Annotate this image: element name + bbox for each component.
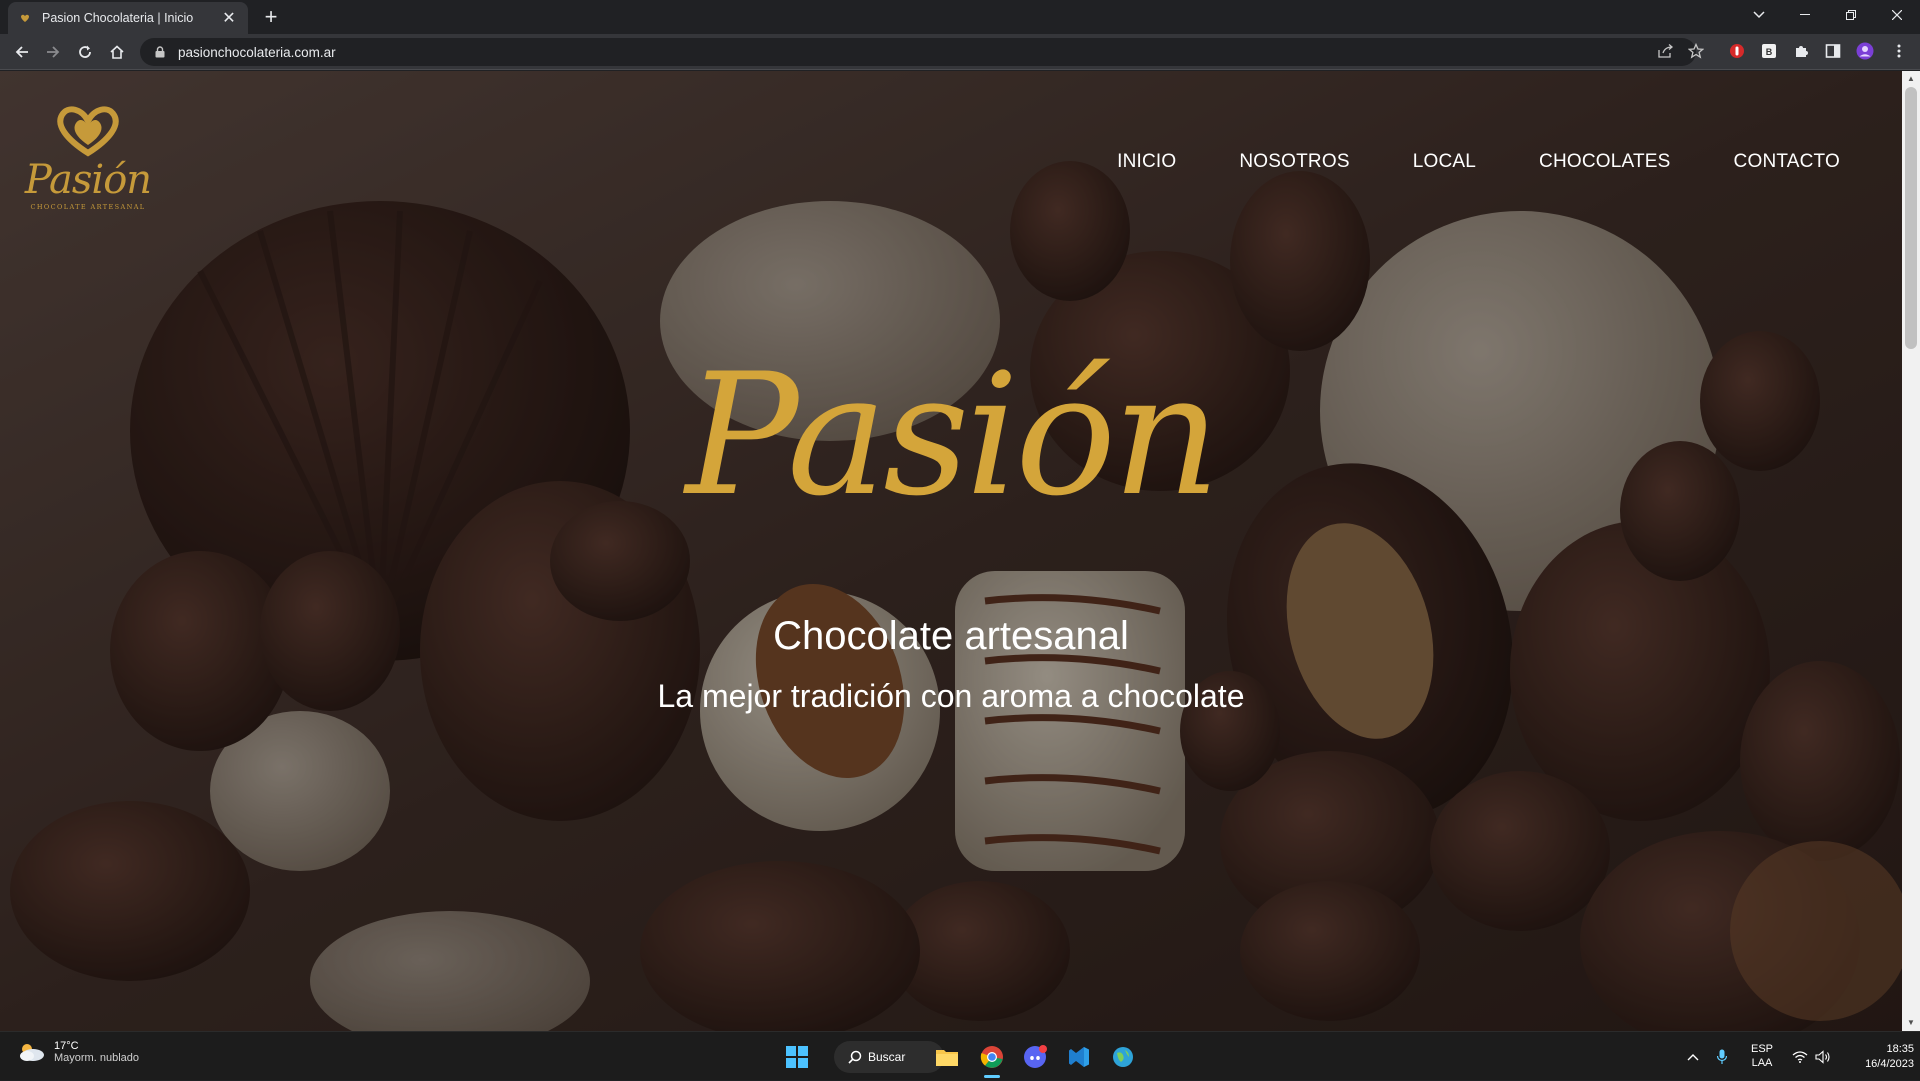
browser-toolbar: pasionchocolateria.com.ar B: [0, 34, 1920, 70]
globe-app-taskbar-icon[interactable]: [1106, 1040, 1140, 1074]
logo-tagline: CHOCOLATE ARTESANAL: [30, 203, 146, 211]
extension-b-icon[interactable]: B: [1758, 40, 1780, 62]
windows-taskbar: 17°C Mayorm. nublado Buscar ESP LAA 18:3…: [0, 1031, 1920, 1080]
scroll-up-arrow-icon[interactable]: ▲: [1902, 71, 1920, 87]
weather-description: Mayorm. nublado: [54, 1052, 139, 1064]
home-icon[interactable]: [105, 40, 129, 64]
nav-chocolates[interactable]: CHOCOLATES: [1539, 151, 1671, 173]
page-scrollbar[interactable]: ▲ ▼: [1902, 71, 1920, 1031]
vscode-taskbar-icon[interactable]: [1062, 1040, 1096, 1074]
chrome-taskbar-icon[interactable]: [975, 1040, 1009, 1078]
clock[interactable]: 18:35 16/4/2023: [1842, 1032, 1914, 1081]
reload-icon[interactable]: [73, 40, 97, 64]
new-tab-button[interactable]: +: [258, 4, 284, 30]
restore-icon[interactable]: [1828, 0, 1874, 30]
scroll-down-arrow-icon[interactable]: ▼: [1902, 1015, 1920, 1031]
file-explorer-icon[interactable]: [930, 1040, 964, 1074]
volume-icon[interactable]: [1812, 1032, 1834, 1081]
tab-title: Pasion Chocolateria | Inicio: [42, 11, 194, 25]
browser-tabbar: Pasion Chocolateria | Inicio ✕ +: [0, 0, 1920, 34]
svg-text:B: B: [1766, 47, 1773, 57]
nav-inicio[interactable]: INICIO: [1117, 151, 1176, 173]
logo-wordmark: Pasión: [24, 157, 152, 203]
browser-tab[interactable]: Pasion Chocolateria | Inicio ✕: [8, 2, 248, 34]
windows-start-icon[interactable]: [780, 1040, 814, 1074]
browser-menu-icon[interactable]: [1888, 40, 1910, 62]
minimize-icon[interactable]: [1782, 0, 1828, 30]
hero-tagline: La mejor tradición con aroma a chocolate: [657, 678, 1245, 714]
back-icon[interactable]: [10, 40, 34, 64]
side-panel-icon[interactable]: [1822, 40, 1844, 62]
nav-local[interactable]: LOCAL: [1413, 151, 1476, 173]
hero-title: Pasión: [685, 337, 1221, 533]
clock-date: 16/4/2023: [1865, 1057, 1914, 1070]
discord-taskbar-icon[interactable]: [1018, 1040, 1052, 1074]
language-indicator[interactable]: ESP LAA: [1742, 1032, 1782, 1081]
hero-dark-overlay: [0, 71, 1902, 1031]
search-icon: [848, 1050, 862, 1064]
nav-contacto[interactable]: CONTACTO: [1734, 151, 1840, 173]
nav-nosotros[interactable]: NOSOTROS: [1239, 151, 1349, 173]
main-navigation: INICIO NOSOTROS LOCAL CHOCOLATES CONTACT…: [1054, 151, 1840, 173]
weather-widget[interactable]: 17°C Mayorm. nublado: [16, 1040, 139, 1064]
url-text: pasionchocolateria.com.ar: [178, 44, 336, 60]
wifi-icon[interactable]: [1790, 1032, 1810, 1081]
address-bar[interactable]: pasionchocolateria.com.ar: [140, 38, 1696, 66]
page-viewport: Pasión CHOCOLATE ARTESANAL INICIO NOSOTR…: [0, 71, 1902, 1031]
taskbar-search[interactable]: Buscar: [834, 1041, 944, 1073]
weather-temperature: 17°C: [54, 1040, 79, 1052]
hero-subtitle: Chocolate artesanal: [773, 614, 1129, 658]
language-code: ESP: [1750, 1042, 1773, 1055]
clock-time: 18:35: [1886, 1043, 1914, 1056]
tab-close-icon[interactable]: ✕: [220, 8, 238, 28]
extension-red-icon[interactable]: [1726, 40, 1748, 62]
extensions-puzzle-icon[interactable]: [1790, 40, 1812, 62]
profile-avatar-icon[interactable]: [1854, 40, 1876, 62]
share-icon[interactable]: [1655, 40, 1677, 62]
scrollbar-thumb[interactable]: [1905, 87, 1917, 349]
bookmark-star-icon[interactable]: [1685, 40, 1707, 62]
close-window-icon[interactable]: [1874, 0, 1920, 30]
forward-icon[interactable]: [41, 40, 65, 64]
site-logo[interactable]: Pasión CHOCOLATE ARTESANAL: [18, 97, 158, 217]
taskbar-search-label: Buscar: [868, 1050, 906, 1064]
tray-chevron-icon[interactable]: [1682, 1032, 1704, 1081]
lock-icon[interactable]: [152, 44, 168, 60]
heart-logo-icon: [57, 106, 119, 157]
tab-search-icon[interactable]: [1736, 0, 1782, 30]
keyboard-layout: LAA: [1751, 1056, 1773, 1069]
cloud-sun-icon: [20, 1044, 44, 1061]
microphone-icon[interactable]: [1712, 1032, 1732, 1081]
site-favicon-icon: [18, 11, 32, 25]
